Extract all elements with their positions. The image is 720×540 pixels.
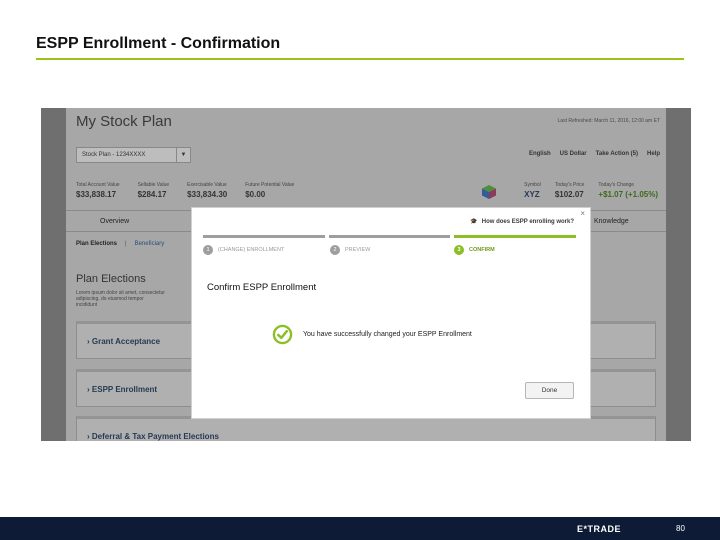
stock-stats: Symbol XYZ Today's Price $102.07 Today's… (524, 182, 658, 199)
stock-plan-app: My Stock Plan Last Refreshed: March 11, … (66, 108, 666, 441)
step-bar-1 (203, 235, 325, 238)
etrade-logo: E*TRADE (577, 524, 622, 534)
step-3: 3 CONFIRM (454, 245, 495, 255)
stat-value: $33,834.30 (187, 190, 228, 199)
sub-navigation: Plan Elections | Beneficiary (76, 241, 164, 247)
success-text: You have successfully changed your ESPP … (303, 331, 472, 338)
graduation-cap-icon: 🎓 (470, 219, 478, 225)
done-button[interactable]: Done (525, 382, 574, 399)
success-message: You have successfully changed your ESPP … (272, 324, 472, 345)
stat-label: Total Account Value (76, 182, 120, 188)
step-1: 1 (CHANGE) ENROLLMENT (203, 245, 284, 255)
title-divider (36, 58, 684, 60)
stat-symbol: Symbol XYZ (524, 182, 541, 199)
stat-total-account-value: Total Account Value $33,838.17 (76, 182, 120, 199)
panel-label: › Deferral & Tax Payment Elections (87, 432, 219, 441)
stat-label: Sellable Value (137, 182, 170, 188)
stat-label: Today's Change (598, 182, 635, 188)
check-circle-icon (272, 324, 293, 345)
subnav-beneficiary[interactable]: Beneficiary (135, 241, 165, 247)
help-link[interactable]: Help (647, 151, 660, 157)
espp-help-link-text: How does ESPP enrolling work? (481, 219, 574, 225)
step-bar-2 (328, 235, 451, 238)
step-progress (203, 235, 577, 238)
plan-select-value: Stock Plan - 1234XXXX (82, 152, 146, 158)
page-number: 80 (676, 524, 685, 533)
modal-title: Confirm ESPP Enrollment (207, 282, 317, 293)
stat-value: $0.00 (245, 190, 266, 199)
stat-price: Today's Price $102.07 (555, 182, 585, 199)
screenshot-frame: My Stock Plan Last Refreshed: March 11, … (41, 108, 691, 441)
step-number: 2 (330, 245, 340, 255)
stat-value: XYZ (524, 190, 540, 199)
account-stats: Total Account Value $33,838.17 Sellable … (76, 182, 294, 199)
company-logo-icon (482, 185, 496, 199)
section-title: Plan Elections (76, 273, 146, 285)
stat-value: +$1.07 (+1.05%) (598, 190, 658, 199)
language-menu[interactable]: English (529, 151, 551, 157)
step-label: CONFIRM (469, 247, 495, 253)
step-number: 3 (454, 245, 464, 255)
panel-label-text: ESPP Enrollment (91, 385, 158, 394)
stat-value: $284.17 (137, 190, 167, 199)
confirmation-modal: × 🎓 How does ESPP enrolling work? 1 (CHAN… (191, 207, 591, 419)
step-label: (CHANGE) ENROLLMENT (218, 247, 285, 253)
close-icon[interactable]: × (580, 209, 585, 218)
take-action-menu[interactable]: Take Action (5) (596, 151, 638, 157)
stat-value: $33,838.17 (76, 190, 117, 199)
tab-knowledge[interactable]: Knowledge (594, 218, 629, 225)
app-title: My Stock Plan (76, 113, 172, 130)
intro-text: Lorem ipsum dolor sit amet, consectetur … (76, 290, 165, 308)
last-refreshed: Last Refreshed: March 11, 2016, 12:00 am… (557, 118, 660, 124)
stat-value: $102.07 (554, 190, 584, 199)
chevron-down-icon: ▼ (176, 148, 190, 162)
stat-exercisable-value: Exercisable Value $33,834.30 (187, 182, 227, 199)
panel-label-text: Deferral & Tax Payment Elections (91, 432, 219, 441)
slide-footer: E*TRADE 80 (0, 517, 720, 540)
stat-label: Exercisable Value (187, 182, 227, 188)
step-bar-3 (454, 235, 577, 238)
stat-future-potential-value: Future Potential Value $0.00 (245, 182, 294, 199)
panel-deferral-tax[interactable]: › Deferral & Tax Payment Elections (76, 416, 656, 441)
tab-overview[interactable]: Overview (100, 218, 129, 225)
panel-label: › ESPP Enrollment (87, 385, 158, 394)
panel-label: › Grant Acceptance (87, 337, 161, 346)
step-label: PREVIEW (345, 247, 371, 253)
currency-menu[interactable]: US Dollar (560, 151, 587, 157)
subnav-plan-elections[interactable]: Plan Elections (76, 241, 117, 247)
stat-label: Today's Price (554, 182, 585, 188)
espp-help-link[interactable]: 🎓 How does ESPP enrolling work? (470, 218, 574, 225)
toolbar: English US Dollar Take Action (5) Help (529, 151, 660, 157)
plan-select[interactable]: Stock Plan - 1234XXXX ▼ (76, 147, 191, 163)
step-2: 2 PREVIEW (330, 245, 370, 255)
subnav-separator: | (125, 241, 127, 247)
step-number: 1 (203, 245, 213, 255)
stat-change: Today's Change +$1.07 (+1.05%) (598, 182, 658, 199)
stat-sellable-value: Sellable Value $284.17 (138, 182, 170, 199)
stat-label: Symbol (524, 182, 541, 188)
panel-label-text: Grant Acceptance (91, 337, 161, 346)
stat-label: Future Potential Value (245, 182, 295, 188)
slide-title: ESPP Enrollment - Confirmation (36, 35, 281, 52)
